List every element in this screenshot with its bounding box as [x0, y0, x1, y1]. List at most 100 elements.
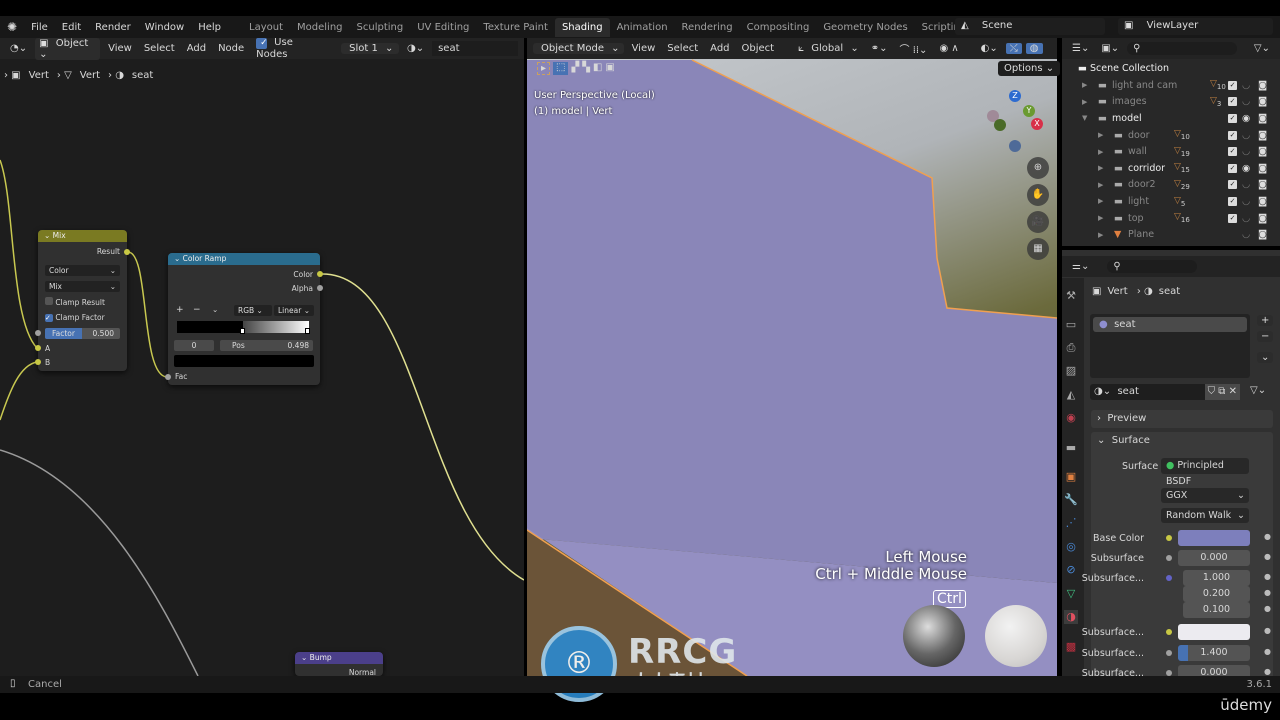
expand-arrow-icon[interactable]: ▶ — [1098, 231, 1103, 239]
eye-closed-icon[interactable]: ◡ — [1242, 196, 1250, 207]
expand-arrow-icon[interactable]: ▶ — [1098, 181, 1103, 189]
eye-closed-icon[interactable]: ◡ — [1242, 229, 1250, 240]
view-layer-filter-icon[interactable]: ▣⌄ — [1097, 43, 1123, 54]
gizmo-x-axis[interactable]: X — [1031, 118, 1043, 130]
data-tab-icon[interactable]: ▽ — [1064, 587, 1078, 601]
exclude-checkbox[interactable]: ✓ — [1228, 147, 1237, 157]
object-tab-icon[interactable]: ▣ — [1064, 470, 1078, 484]
vp-menu-add[interactable]: Add — [706, 43, 733, 54]
eye-closed-icon[interactable]: ◡ — [1242, 179, 1250, 190]
tweak-tool-icon[interactable]: ▸ — [537, 62, 551, 75]
tool-tab-icon[interactable]: ⚒ — [1064, 289, 1078, 303]
eye-closed-icon[interactable]: ◡ — [1242, 80, 1250, 91]
eye-closed-icon[interactable]: ◡ — [1242, 130, 1250, 141]
select-new-icon[interactable]: ⬚ — [553, 62, 569, 75]
expand-arrow-icon[interactable]: ▶ — [1098, 131, 1103, 139]
zoom-icon[interactable]: ⊕ — [1027, 157, 1049, 179]
material-datablock[interactable]: ◑⌄ seat ⛉ ⧉ ✕ — [1090, 384, 1240, 400]
remove-slot-button[interactable]: − — [1257, 331, 1274, 342]
distribution-dropdown[interactable]: GGX ⌄ — [1161, 488, 1249, 503]
render-tab-icon[interactable]: ▭ — [1064, 318, 1078, 332]
add-stop-button[interactable]: + — [176, 305, 184, 315]
exclude-checkbox[interactable]: ✓ — [1228, 113, 1237, 123]
outliner-item[interactable]: ▶ ▬ door ▽10 ✓ ◡ ◙ — [1062, 127, 1280, 144]
exclude-checkbox[interactable]: ✓ — [1228, 163, 1237, 173]
eye-closed-icon[interactable]: ◡ — [1242, 96, 1250, 107]
exclude-checkbox[interactable]: ✓ — [1228, 196, 1237, 206]
render-camera-icon[interactable]: ◙ — [1258, 213, 1267, 224]
input-b-socket[interactable] — [35, 359, 41, 365]
material-browse-icon[interactable]: ◑⌄ — [1094, 386, 1111, 397]
keyframe-dot-icon[interactable]: ● — [1264, 626, 1271, 635]
gizmo-neg-z[interactable] — [1009, 140, 1021, 152]
navigation-gizmo[interactable]: Z Y X — [985, 88, 1045, 158]
texture-tab-icon[interactable]: ▩ — [1064, 640, 1078, 654]
tab-compositing[interactable]: Compositing — [740, 22, 817, 33]
exclude-checkbox[interactable]: ✓ — [1228, 97, 1237, 107]
color-ramp-node[interactable]: ⌄ Color Ramp Color Alpha + − ⌄ RGB ⌄ Lin… — [165, 253, 323, 385]
editor-type-icon[interactable]: ⚌⌄ — [1068, 261, 1093, 272]
result-socket[interactable] — [124, 249, 130, 255]
modifier-tab-icon[interactable]: 🔧 — [1064, 493, 1078, 507]
interpolation-dropdown[interactable]: Linear ⌄ — [274, 305, 314, 316]
collection-tab-icon[interactable]: ▬ — [1064, 441, 1078, 455]
constraints-tab-icon[interactable]: ⊘ — [1064, 563, 1078, 577]
render-camera-icon[interactable]: ◙ — [1258, 130, 1267, 141]
exclude-checkbox[interactable]: ✓ — [1228, 213, 1237, 223]
outliner-item[interactable]: ▶ ▬ images ▽3 ✓ ◡ ◙ — [1062, 94, 1280, 111]
render-camera-icon[interactable]: ◙ — [1258, 196, 1267, 207]
particles-tab-icon[interactable]: ⋰ — [1064, 516, 1078, 530]
socket-icon[interactable] — [1166, 535, 1172, 541]
alpha-output-socket[interactable] — [317, 285, 323, 291]
select-extend-icon[interactable]: ▞ — [571, 62, 579, 75]
factor-socket[interactable] — [35, 330, 41, 336]
scene-selector[interactable]: ◭ Scene — [955, 18, 1105, 35]
outliner-item[interactable]: ▶ ▬ light and cam ▽10 ✓ ◡ ◙ — [1062, 77, 1280, 94]
color-output-socket[interactable] — [317, 271, 323, 277]
visibility-icon[interactable]: ◐⌄ — [977, 43, 1002, 54]
3d-viewport[interactable] — [527, 38, 1057, 676]
subsurface-method-dropdown[interactable]: Random Walk ⌄ — [1161, 508, 1249, 523]
expand-arrow-icon[interactable]: ▶ — [1082, 81, 1087, 89]
exclude-checkbox[interactable]: ✓ — [1228, 130, 1237, 140]
render-camera-icon[interactable]: ◙ — [1258, 80, 1267, 91]
options-dropdown[interactable]: Options ⌄ — [998, 61, 1061, 76]
value-field[interactable]: 0.100 — [1183, 602, 1250, 618]
ramp-menu-chevron-icon[interactable]: ⌄ — [212, 305, 218, 314]
material-tab-icon[interactable]: ◑ — [1064, 610, 1078, 624]
display-mode-icon[interactable]: ☰⌄ — [1068, 43, 1093, 54]
expand-arrow-icon[interactable]: ▶ — [1098, 197, 1103, 205]
vp-menu-view[interactable]: View — [628, 43, 660, 54]
render-camera-icon[interactable]: ◙ — [1258, 146, 1267, 157]
select-intersect-icon[interactable]: ▣ — [605, 62, 614, 75]
ramp-stop-handle[interactable] — [305, 328, 310, 334]
value-field[interactable]: 1.000 — [1183, 570, 1250, 586]
outliner-item[interactable]: ▶ ▬ door2 ▽29 ✓ ◡ ◙ — [1062, 177, 1280, 194]
socket-icon[interactable] — [1166, 575, 1172, 581]
ortho-grid-icon[interactable]: ▦ — [1027, 238, 1049, 260]
keyframe-dot-icon[interactable]: ● — [1264, 604, 1271, 613]
link-dropdown-icon[interactable]: ▽⌄ — [1250, 385, 1266, 396]
material-actions[interactable]: ⛉ ⧉ ✕ — [1204, 384, 1240, 400]
properties-search-input[interactable]: ⚲ — [1107, 260, 1198, 273]
expand-arrow-icon[interactable]: ▶ — [1098, 214, 1103, 222]
pan-hand-icon[interactable]: ✋ — [1027, 184, 1049, 206]
proportional-edit-icon[interactable]: ◉ ∧ — [935, 43, 962, 54]
tab-animation[interactable]: Animation — [610, 22, 675, 33]
tab-geometry-nodes[interactable]: Geometry Nodes — [816, 22, 914, 33]
color-swatch[interactable] — [1178, 530, 1250, 546]
keyframe-dot-icon[interactable]: ● — [1264, 532, 1271, 541]
snap-icon[interactable]: ⌒ ⁞⁞⌄ — [896, 41, 932, 56]
keyframe-dot-icon[interactable]: ● — [1264, 647, 1271, 656]
select-invert-icon[interactable]: ◧ — [593, 62, 602, 75]
panel-preview[interactable]: › Preview — [1091, 410, 1273, 428]
gizmo-toggle-icon[interactable]: ⤯ — [1005, 43, 1022, 54]
outliner-item[interactable]: ▶ ▬ wall ▽19 ✓ ◡ ◙ — [1062, 143, 1280, 160]
eye-icon[interactable]: ◉ — [1242, 113, 1250, 124]
outliner-scene-collection[interactable]: ▬ Scene Collection — [1062, 60, 1280, 77]
socket-icon[interactable] — [1166, 650, 1172, 656]
render-camera-icon[interactable]: ◙ — [1258, 163, 1267, 174]
clamp-factor-checkbox[interactable]: ✓ Clamp Factor — [45, 313, 105, 322]
select-subtract-icon[interactable]: ▚ — [582, 62, 590, 75]
blend-mode-dropdown[interactable]: Mix ⌄ — [45, 281, 120, 292]
